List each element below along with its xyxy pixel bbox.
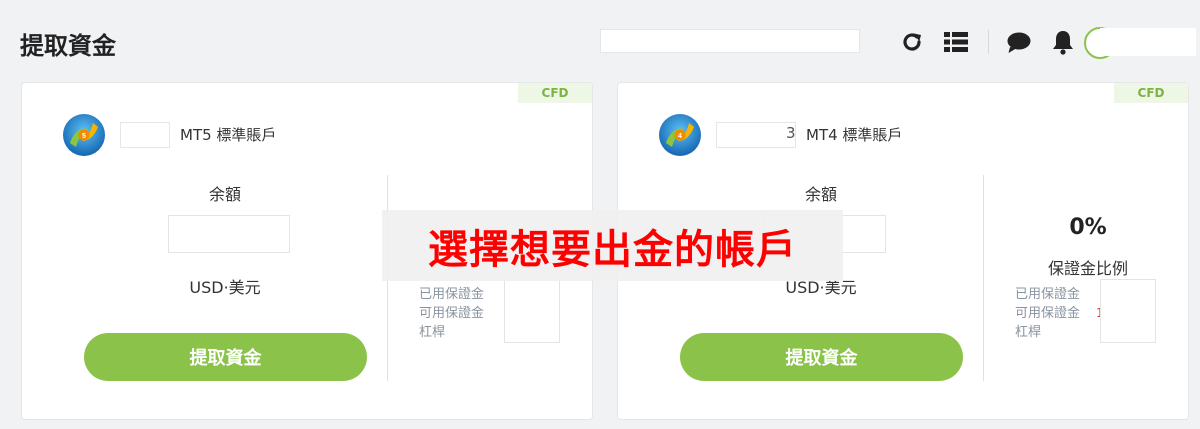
account-type-label: MT5 標準賬戶 [180, 126, 277, 144]
margin-ratio-value: 0% [1069, 215, 1107, 240]
margin-ratio-label: 保證金比例 [1047, 259, 1128, 278]
account-number [716, 122, 796, 148]
chat-icon[interactable] [1005, 28, 1033, 56]
metatrader-logo-icon: 4 [659, 114, 701, 156]
withdraw-button[interactable]: 提取資金 [680, 333, 963, 381]
leverage-label: 杠桿 [1015, 325, 1042, 340]
leverage-label: 杠桿 [419, 325, 446, 340]
withdraw-button[interactable]: 提取資金 [84, 333, 367, 381]
used-margin-label: 已用保證金 [419, 287, 485, 302]
free-margin-label: 可用保證金 [1015, 306, 1081, 321]
account-number [120, 122, 170, 148]
header-divider [988, 30, 989, 54]
free-margin-label: 可用保證金 [419, 306, 485, 321]
stat-values [504, 279, 560, 343]
instruction-annotation: 選擇想要出金的帳戶 [382, 210, 843, 281]
search-input[interactable] [600, 29, 860, 53]
refresh-icon[interactable] [898, 28, 926, 56]
user-name[interactable] [1100, 28, 1196, 56]
card-divider [983, 175, 984, 381]
svg-text:4: 4 [678, 133, 682, 140]
metatrader-logo-icon: 5 [63, 114, 105, 156]
balance-value [168, 215, 290, 253]
svg-text:5: 5 [82, 133, 86, 140]
account-number-suffix: 3 [786, 124, 796, 142]
header: 提取資金 [0, 0, 1200, 82]
withdraw-page: 提取資金 CFD 5 MT5 標準賬戶 余額 USD·美元 提取資金 已用保證金… [0, 0, 1200, 429]
balance-label: 余額 [208, 185, 241, 204]
margin-stats: 已用保證金 可用保證金 杠桿 [419, 285, 484, 342]
balance-label: 余額 [804, 185, 837, 204]
account-type-label: MT4 標準賬戶 [806, 126, 903, 144]
used-margin-label: 已用保證金 [1015, 287, 1081, 302]
cfd-tag: CFD [1114, 83, 1188, 103]
currency-label: USD·美元 [189, 278, 261, 297]
page-title: 提取資金 [20, 32, 116, 60]
stat-values [1100, 279, 1156, 343]
margin-stats: 已用保證金 可用保證金 杠桿 [1015, 285, 1080, 342]
cfd-tag: CFD [518, 83, 592, 103]
list-icon[interactable] [942, 28, 970, 56]
bell-icon[interactable] [1049, 28, 1077, 56]
